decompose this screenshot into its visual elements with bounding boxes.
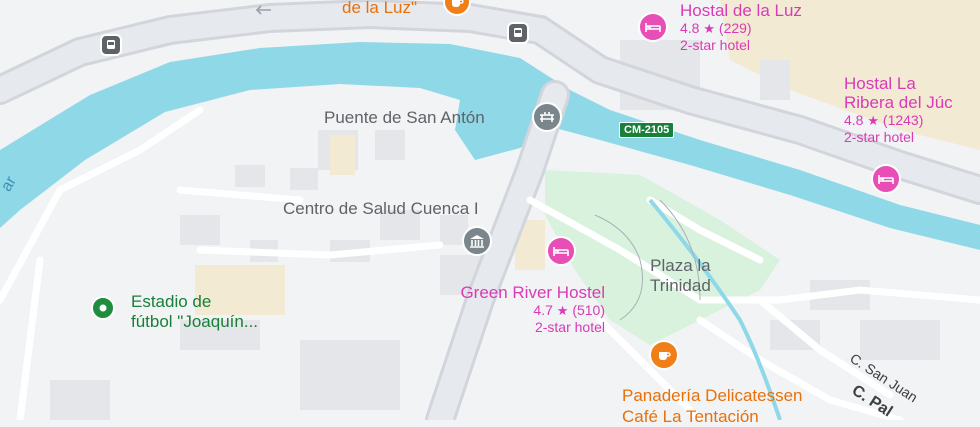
hotel-info-hostal-de-la-luz[interactable]: Hostal de la Luz 4.8 ★ (229) 2-star hote… [680, 1, 802, 54]
hotel-category: 2-star hotel [680, 37, 751, 53]
bed-icon [553, 247, 569, 256]
coffee-cup-icon [452, 0, 464, 7]
map-canvas[interactable] [0, 0, 980, 420]
stadium-pin[interactable] [91, 296, 115, 320]
hotel-rating: 4.7 ★ (510) [533, 302, 605, 318]
hotel-info-hostal-la-ribera[interactable]: Hostal La Ribera del Júc 4.8 ★ (1243) 2-… [844, 74, 953, 146]
hotel-pin-green-river[interactable] [546, 236, 576, 266]
cafe-label-line1: Panadería Delicatessen [622, 386, 803, 405]
star-icon: ★ [703, 21, 716, 36]
bus-icon [514, 28, 522, 37]
hotel-name-line2: Ribera del Júc [844, 93, 953, 112]
hotel-pin-hostal-de-la-luz[interactable] [638, 12, 668, 42]
bank-building-icon [470, 235, 484, 248]
stadium-label[interactable]: Estadio de fútbol "Joaquín... [131, 292, 258, 332]
health-center-label[interactable]: Centro de Salud Cuenca I [283, 199, 479, 219]
hotel-category: 2-star hotel [844, 129, 915, 145]
hotel-pin-hostal-la-ribera[interactable] [871, 164, 901, 194]
hotel-rating: 4.8 ★ (1243) [844, 112, 924, 128]
plaza-label[interactable]: Plaza la Trinidad [650, 256, 711, 296]
bridge-pin[interactable] [532, 102, 562, 132]
stadium-label-line1: Estadio de [131, 292, 212, 311]
stadium-label-line2: fútbol "Joaquín... [131, 312, 259, 331]
star-icon: ★ [867, 113, 880, 128]
star-icon: ★ [556, 303, 569, 318]
plaza-label-line2: Trinidad [650, 276, 711, 295]
bed-icon [878, 175, 894, 184]
bridge-icon [540, 112, 554, 122]
bus-stop-1[interactable] [100, 34, 122, 56]
plaza-label-line1: Plaza la [650, 256, 711, 275]
road-badge-cm-2105: CM-2105 [619, 122, 675, 138]
hotel-category: 2-star hotel [534, 319, 605, 335]
hotel-name-line1: Hostal La [844, 74, 916, 93]
bridge-label[interactable]: Puente de San Antón [324, 108, 485, 128]
cafe-pin[interactable] [649, 340, 679, 370]
cafe-label-line2: Café La Tentación [622, 407, 759, 426]
map-pin-icon [99, 304, 107, 312]
hotel-name: Green River Hostel [460, 283, 605, 302]
one-way-arrow-icon [255, 5, 271, 15]
bed-icon [645, 23, 661, 32]
bus-stop-2[interactable] [507, 22, 529, 44]
hotel-rating: 4.8 ★ (229) [680, 20, 752, 36]
coffee-cup-icon [659, 352, 671, 360]
top-place-label[interactable]: de la Luz" [342, 0, 417, 18]
hotel-info-green-river[interactable]: Green River Hostel 4.7 ★ (510) 2-star ho… [427, 283, 605, 336]
cafe-label[interactable]: Panadería Delicatessen Café La Tentación [622, 385, 803, 427]
bus-icon [107, 40, 115, 49]
health-center-pin[interactable] [462, 226, 492, 256]
hotel-name: Hostal de la Luz [680, 1, 802, 20]
